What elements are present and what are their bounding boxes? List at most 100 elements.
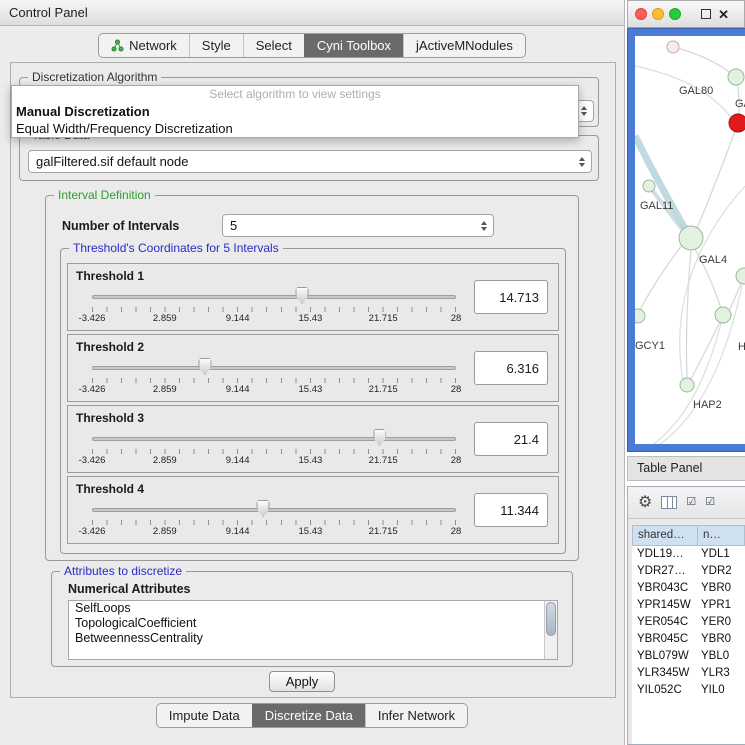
slider-thumb[interactable] [373, 429, 386, 446]
attribute-list-item[interactable]: SelfLoops [69, 601, 557, 616]
cell-shared-name[interactable]: YBR043C [632, 580, 698, 597]
minimize-traffic-light[interactable] [652, 8, 664, 20]
tab-infer-network[interactable]: Infer Network [365, 704, 467, 727]
cell-shared-name[interactable]: YER054C [632, 614, 698, 631]
threshold-value-field[interactable]: 11.344 [474, 493, 548, 527]
apply-button[interactable]: Apply [269, 671, 335, 692]
maximize-icon[interactable] [701, 9, 711, 19]
network-canvas[interactable]: GAL80GAL11GAL4GCY1HAP2GAH [635, 36, 745, 444]
close-icon[interactable]: ✕ [718, 8, 729, 21]
slider-thumb[interactable] [296, 287, 309, 304]
network-node[interactable] [635, 309, 645, 323]
cell-shared-name[interactable]: YIL052C [632, 682, 698, 699]
network-node[interactable] [679, 226, 703, 250]
slider-thumb[interactable] [198, 358, 211, 375]
slider-track[interactable] [92, 508, 456, 512]
cell-shared-name[interactable]: YLR345W [632, 665, 698, 682]
control-panel-titlebar[interactable]: Control Panel [0, 0, 624, 26]
table-row[interactable]: YBL079WYBL0 [632, 648, 745, 665]
slider-tick-label: 9.144 [226, 455, 250, 466]
table-row[interactable]: YBR045CYBR0 [632, 631, 745, 648]
tab-discretize-data[interactable]: Discretize Data [252, 704, 365, 727]
threshold-value-field[interactable]: 21.4 [474, 422, 548, 456]
threshold-value-field[interactable]: 14.713 [474, 280, 548, 314]
cell-name[interactable]: YIL0 [698, 682, 745, 699]
gear-icon[interactable]: ⚙ [638, 495, 652, 511]
table-row[interactable]: YIL052CYIL0 [632, 682, 745, 699]
select-all-icon[interactable]: ☑ [686, 497, 696, 508]
table-panel-title: Table Panel [637, 461, 702, 475]
cell-shared-name[interactable]: YDR27… [632, 563, 698, 580]
network-node[interactable] [667, 41, 679, 53]
node-label: H [738, 341, 745, 353]
number-of-intervals-combobox[interactable]: 5 [222, 214, 494, 237]
attribute-list-item[interactable]: BetweennessCentrality [69, 631, 557, 646]
slider-tick-label: 15.43 [299, 455, 323, 466]
select-column-icon[interactable]: ☑ [705, 497, 715, 508]
column-header-shared-name[interactable]: shared… [632, 525, 698, 546]
threshold-slider[interactable]: -3.4262.8599.14415.4321.71528 [92, 357, 456, 397]
combo-stepper-icon[interactable] [476, 218, 491, 234]
numerical-attributes-list[interactable]: SelfLoopsTopologicalCoefficientBetweenne… [68, 600, 558, 660]
table-row[interactable]: YDL19…YDL1 [632, 546, 745, 563]
table-panel-titlebar[interactable]: Table Panel [627, 456, 745, 481]
table-row[interactable]: YPR145WYPR1 [632, 597, 745, 614]
threshold-slider[interactable]: -3.4262.8599.14415.4321.71528 [92, 499, 456, 539]
cell-name[interactable]: YBL0 [698, 648, 745, 665]
slider-track[interactable] [92, 437, 456, 441]
cell-shared-name[interactable]: YPR145W [632, 597, 698, 614]
cell-shared-name[interactable]: YBL079W [632, 648, 698, 665]
network-edge [687, 250, 692, 378]
network-window-titlebar[interactable]: ✕ [627, 0, 745, 28]
close-traffic-light[interactable] [635, 8, 647, 20]
tab-network[interactable]: Network [99, 34, 189, 57]
table-row[interactable]: YDR27…YDR2 [632, 563, 745, 580]
cell-name[interactable]: YDL1 [698, 546, 745, 563]
dropdown-option-manual-discretization[interactable]: Manual Discretization [12, 103, 578, 120]
network-node[interactable] [736, 268, 745, 284]
attribute-list-item[interactable]: TopologicalCoefficient [69, 616, 557, 631]
attributes-scrollbar[interactable] [544, 601, 557, 659]
zoom-traffic-light[interactable] [669, 8, 681, 20]
columns-icon[interactable] [661, 496, 677, 509]
table-row[interactable]: YER054CYER0 [632, 614, 745, 631]
tab-cyni-toolbox[interactable]: Cyni Toolbox [304, 34, 403, 57]
threshold-label: Threshold 1 [76, 269, 144, 283]
network-node[interactable] [643, 180, 655, 192]
tab-jactivemodules[interactable]: jActiveMNodules [403, 34, 525, 57]
combo-stepper-icon[interactable] [574, 154, 589, 170]
cell-name[interactable]: YBR0 [698, 631, 745, 648]
network-node[interactable] [729, 114, 745, 132]
cell-name[interactable]: YLR3 [698, 665, 745, 682]
tab-style[interactable]: Style [189, 34, 243, 57]
threshold-slider[interactable]: -3.4262.8599.14415.4321.71528 [92, 428, 456, 468]
slider-track[interactable] [92, 366, 456, 370]
network-node[interactable] [680, 378, 694, 392]
slider-thumb[interactable] [257, 500, 270, 517]
scrollbar-thumb[interactable] [546, 602, 556, 636]
cell-name[interactable]: YPR1 [698, 597, 745, 614]
column-header-name[interactable]: n… [698, 525, 745, 546]
cell-shared-name[interactable]: YBR045C [632, 631, 698, 648]
dropdown-placeholder-option[interactable]: Select algorithm to view settings [12, 86, 578, 103]
bottom-tab-bar: Impute Data Discretize Data Infer Networ… [0, 703, 624, 728]
network-node[interactable] [715, 307, 731, 323]
cell-name[interactable]: YBR0 [698, 580, 745, 597]
threshold-slider[interactable]: -3.4262.8599.14415.4321.71528 [92, 286, 456, 326]
tab-impute-data[interactable]: Impute Data [157, 704, 252, 727]
cell-shared-name[interactable]: YDL19… [632, 546, 698, 563]
slider-tick-label: -3.426 [79, 455, 106, 466]
cell-name[interactable]: YDR2 [698, 563, 745, 580]
threshold-value-field[interactable]: 6.316 [474, 351, 548, 385]
network-node[interactable] [728, 69, 744, 85]
tab-label: Select [256, 38, 292, 53]
table-row[interactable]: YBR043CYBR0 [632, 580, 745, 597]
tab-select[interactable]: Select [243, 34, 304, 57]
table-row[interactable]: YLR345WYLR3 [632, 665, 745, 682]
slider-track[interactable] [92, 295, 456, 299]
dropdown-option-equal-width-frequency[interactable]: Equal Width/Frequency Discretization [12, 120, 578, 137]
threshold-panel: Threshold 1 -3.4262.8599.14415.4321.7152… [67, 263, 559, 331]
table-data-combobox[interactable]: galFiltered.sif default node [28, 150, 592, 173]
tab-label: Impute Data [169, 708, 240, 723]
cell-name[interactable]: YER0 [698, 614, 745, 631]
